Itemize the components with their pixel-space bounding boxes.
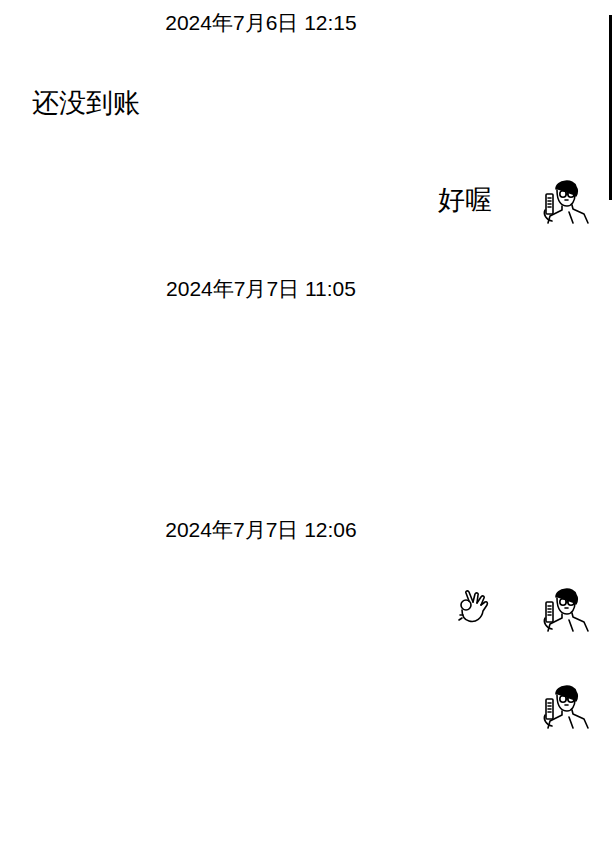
avatar-icon[interactable] [540,176,590,224]
avatar-icon[interactable] [540,681,590,729]
timestamp: 2024年7月6日 12:15 [165,7,356,39]
avatar-icon[interactable] [540,584,590,632]
timestamp: 2024年7月7日 12:06 [165,514,356,546]
timestamp-row: 2024年7月7日 12:06 [0,507,612,553]
ok-hand-icon [456,590,492,626]
message-row [0,312,612,507]
timestamp: 2024年7月7日 11:05 [166,273,356,305]
message-row [0,584,612,632]
message-row [0,681,612,729]
message-row: 还没到账 [0,80,612,126]
chat-window: 2024年7月6日 12:15 还没到账好喔 2024年7月7日 11:05 2024… [0,0,612,847]
timestamp-row: 2024年7月6日 12:15 [0,0,612,46]
message-text: 好喔 [438,182,492,218]
message-text: 还没到账 [32,85,140,121]
message-row: 好喔 [0,176,612,224]
scrollbar-thumb[interactable] [609,15,612,200]
message-list: 2024年7月6日 12:15 还没到账好喔 2024年7月7日 11:05 2024… [0,0,612,729]
timestamp-row: 2024年7月7日 11:05 [0,266,612,312]
